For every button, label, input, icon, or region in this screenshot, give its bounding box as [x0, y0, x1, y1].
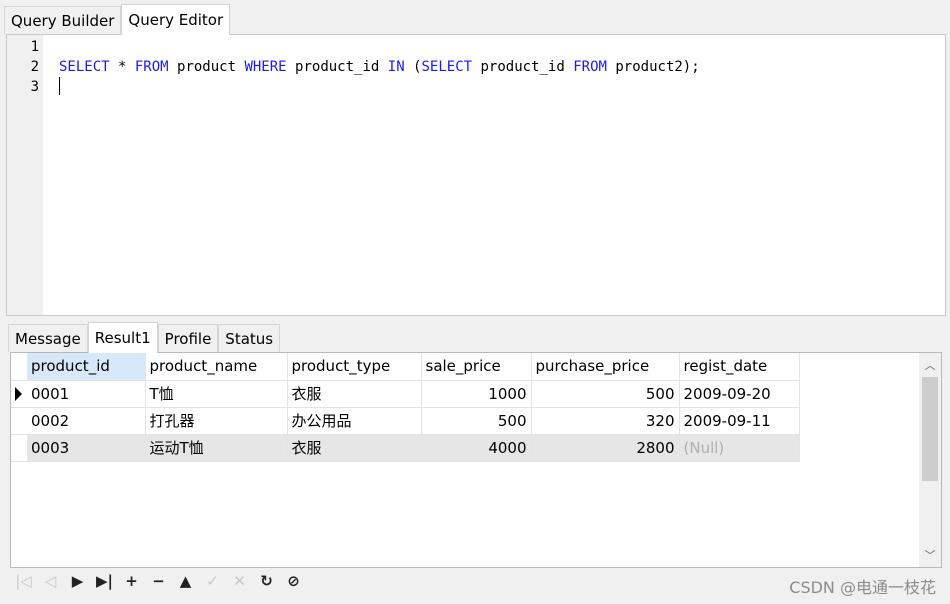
column-header-product-type[interactable]: product_type [287, 353, 422, 381]
table-row[interactable]: 0003 运动T恤 衣服 4000 2800 (Null) [11, 434, 800, 462]
tab-query-editor[interactable]: Query Editor [121, 4, 231, 35]
cell-product-id[interactable]: 0002 [27, 407, 146, 435]
line-number: 3 [30, 79, 39, 95]
vertical-scrollbar[interactable]: ︿ ﹀ [919, 353, 941, 567]
code-line: 2 SELECT * FROM product WHERE product_id … [7, 57, 945, 77]
tab-message[interactable]: Message [8, 324, 88, 352]
table-row[interactable]: 0002 打孔器 办公用品 500 320 2009-09-11 [11, 407, 800, 435]
column-header-purchase-price[interactable]: purchase_price [531, 353, 680, 381]
stop-icon[interactable]: ⊘ [280, 570, 307, 592]
code-line: 1 [7, 37, 945, 57]
column-header-product-name[interactable]: product_name [145, 353, 288, 381]
row-indicator-header [11, 353, 27, 381]
result-grid[interactable]: product_id product_name product_type sale_p… [10, 352, 942, 568]
row-indicator [11, 434, 27, 462]
row-indicator [11, 407, 27, 435]
sql-keyword: IN [387, 59, 405, 75]
cell-product-name[interactable]: 运动T恤 [145, 434, 288, 462]
cell-sale-price[interactable]: 4000 [421, 434, 532, 462]
cell-product-type[interactable]: 衣服 [287, 434, 422, 462]
sql-text: ( [404, 59, 422, 75]
result-table: product_id product_name product_type sale_p… [11, 353, 800, 462]
cell-product-id[interactable]: 0001 [27, 380, 146, 408]
record-navigator: |◁ ◁ ▶ ▶| + − ▲ ✓ ✕ ↻ ⊘ [10, 570, 307, 592]
cell-product-id[interactable]: 0003 [27, 434, 146, 462]
cell-purchase-price[interactable]: 2800 [531, 434, 680, 462]
insert-record-icon[interactable]: + [118, 570, 145, 592]
delete-record-icon[interactable]: − [145, 570, 172, 592]
sql-keyword: SELECT [59, 59, 110, 75]
scroll-up-icon[interactable]: ︿ [919, 355, 941, 375]
sql-text: product [168, 59, 245, 75]
apply-changes-icon[interactable]: ✓ [199, 570, 226, 592]
cell-regist-date[interactable]: (Null) [679, 434, 800, 462]
editor-tab-bar: Query Builder Query Editor [4, 2, 231, 35]
sql-text: * [109, 59, 135, 75]
column-header-product-id[interactable]: product_id [27, 353, 146, 381]
cell-regist-date[interactable]: 2009-09-11 [679, 407, 800, 435]
last-record-icon[interactable]: ▶| [91, 570, 118, 592]
row-indicator [11, 380, 27, 408]
sql-text: product_id [472, 59, 574, 75]
tab-status[interactable]: Status [218, 324, 281, 352]
next-record-icon[interactable]: ▶ [64, 570, 91, 592]
code-text: SELECT * FROM product WHERE product_id I… [59, 57, 700, 77]
tab-query-builder[interactable]: Query Builder [4, 6, 122, 34]
cell-sale-price[interactable]: 500 [421, 407, 532, 435]
cell-product-type[interactable]: 办公用品 [287, 407, 422, 435]
line-number: 1 [30, 39, 39, 55]
cell-purchase-price[interactable]: 320 [531, 407, 680, 435]
cell-product-name[interactable]: T恤 [145, 380, 288, 408]
cell-regist-date[interactable]: 2009-09-20 [679, 380, 800, 408]
sql-editor[interactable]: 1 2 SELECT * FROM product WHERE product_id… [6, 34, 946, 316]
cell-sale-price[interactable]: 1000 [421, 380, 532, 408]
edit-record-icon[interactable]: ▲ [172, 570, 199, 592]
sql-keyword: FROM [573, 59, 607, 75]
column-header-sale-price[interactable]: sale_price [421, 353, 532, 381]
text-cursor [59, 77, 60, 95]
result-tab-bar: Message Result1 Profile Status [8, 320, 281, 353]
cell-purchase-price[interactable]: 500 [531, 380, 680, 408]
code-line: 3 [7, 77, 945, 97]
prior-record-icon[interactable]: ◁ [37, 570, 64, 592]
refresh-icon[interactable]: ↻ [253, 570, 280, 592]
cell-product-name[interactable]: 打孔器 [145, 407, 288, 435]
line-number: 2 [30, 59, 39, 75]
first-record-icon[interactable]: |◁ [10, 570, 37, 592]
sql-keyword: FROM [134, 59, 169, 75]
cell-product-type[interactable]: 衣服 [287, 380, 422, 408]
current-row-arrow-icon [15, 386, 22, 401]
sql-text: product_id [286, 59, 388, 75]
cancel-changes-icon[interactable]: ✕ [226, 570, 253, 592]
table-row[interactable]: 0001 T恤 衣服 1000 500 2009-09-20 [11, 380, 800, 408]
scrollbar-thumb[interactable] [922, 377, 938, 481]
tab-profile[interactable]: Profile [157, 324, 219, 352]
tab-result1[interactable]: Result1 [87, 322, 158, 353]
sql-keyword: SELECT [421, 59, 473, 75]
sql-keyword: WHERE [244, 59, 287, 75]
column-header-regist-date[interactable]: regist_date [679, 353, 800, 381]
watermark: CSDN @电通一枝花 [789, 578, 936, 597]
sql-text: product2); [606, 59, 700, 75]
scroll-down-icon[interactable]: ﹀ [919, 545, 941, 565]
